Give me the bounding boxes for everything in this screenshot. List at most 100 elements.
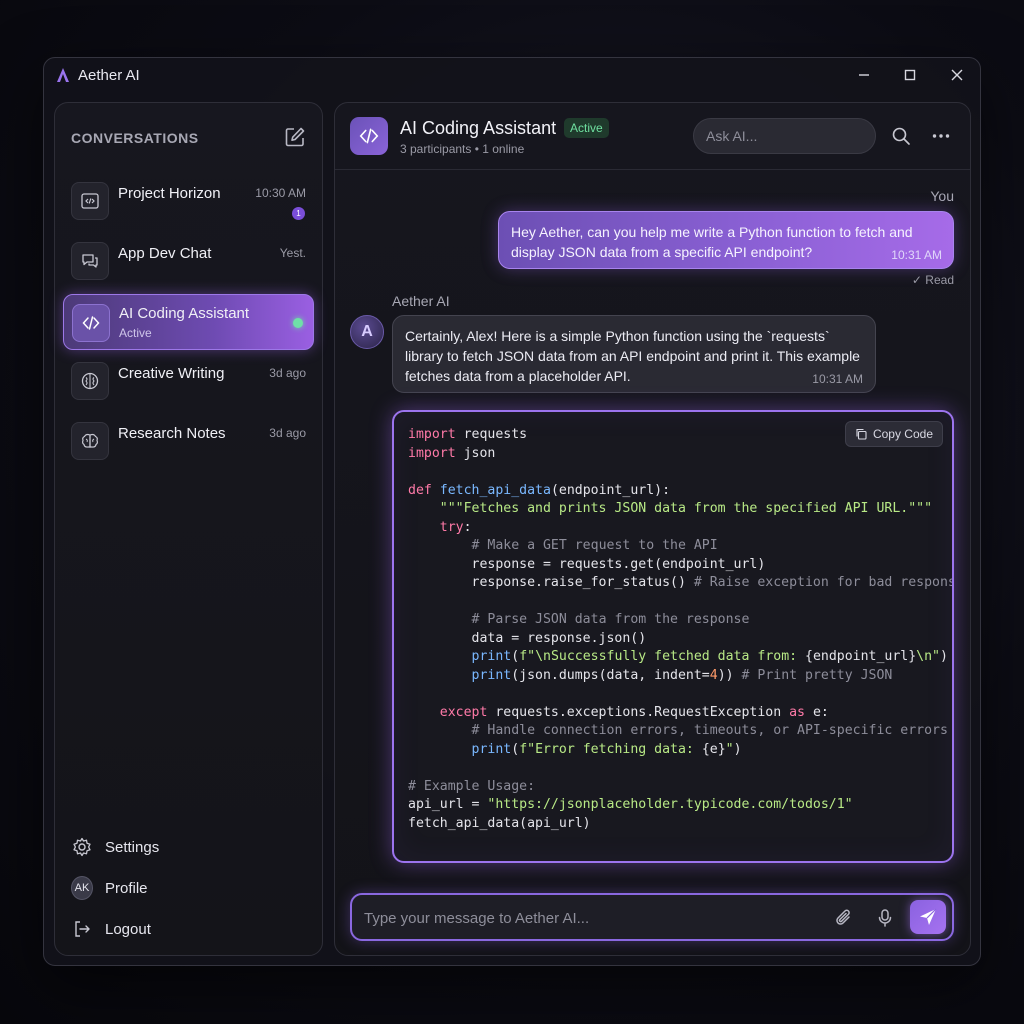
conversation-name: AI Coding Assistant bbox=[119, 305, 250, 322]
conversation-item-research-notes[interactable]: Research Notes 3d ago bbox=[63, 413, 314, 469]
conversation-status: Active bbox=[119, 326, 152, 340]
maximize-button[interactable] bbox=[896, 64, 924, 86]
code-token: # Parse JSON data from the response bbox=[471, 612, 750, 627]
conversation-time: Yest. bbox=[279, 246, 306, 260]
code-token: ( bbox=[511, 649, 520, 664]
code-token: json bbox=[455, 445, 496, 461]
bot-sender-label: Aether AI bbox=[392, 293, 450, 309]
minimize-icon bbox=[859, 74, 869, 76]
minimize-button[interactable] bbox=[850, 64, 878, 86]
participants-info: 3 participants • 1 online bbox=[400, 142, 525, 156]
app-window: Aether AI CONVERSATIONS Project Horizon bbox=[43, 57, 981, 966]
conversation-icon bbox=[71, 362, 109, 400]
code-token: # Raise exception for bad responses (4 bbox=[693, 575, 952, 590]
maximize-icon bbox=[904, 69, 916, 81]
conversation-item-creative-writing[interactable]: Creative Writing 3d ago bbox=[63, 353, 314, 409]
code-line: # Parse JSON data from the response bbox=[408, 611, 952, 630]
code-token: # Print pretty JSON bbox=[741, 667, 893, 683]
code-line: """Fetches and prints JSON data from the… bbox=[408, 500, 952, 519]
code-token: # Handle connection errors, timeouts, or… bbox=[471, 723, 948, 738]
close-button[interactable] bbox=[943, 64, 971, 86]
attach-button[interactable] bbox=[832, 906, 856, 930]
conversation-item-ai-coding-assistant[interactable]: AI Coding Assistant Active bbox=[63, 294, 314, 350]
code-icon bbox=[359, 128, 379, 144]
code-token: response.raise_for_status() bbox=[408, 575, 694, 590]
code-token: ) bbox=[940, 649, 948, 664]
sidebar: CONVERSATIONS Project Horizon 10:30 AM 1 bbox=[54, 102, 323, 956]
conversation-name: Creative Writing bbox=[118, 365, 225, 382]
code-line: fetch_api_data(api_url) bbox=[408, 815, 952, 834]
code-line: data = response.json() bbox=[408, 630, 952, 649]
code-token: {e} bbox=[701, 741, 726, 757]
close-icon bbox=[951, 69, 963, 81]
code-token: ( bbox=[511, 741, 520, 757]
code-token: (json.dumps(data, indent= bbox=[511, 667, 710, 683]
code-line: try: bbox=[408, 519, 952, 538]
code-token: \n" bbox=[916, 649, 940, 664]
code-token: # Make a GET request to the API bbox=[471, 538, 718, 553]
logout-link[interactable]: Logout bbox=[71, 916, 151, 942]
code-line: response = requests.get(endpoint_url) bbox=[408, 556, 952, 575]
code-token: data = response.json() bbox=[408, 630, 647, 646]
gear-icon bbox=[71, 836, 93, 858]
ask-ai-input[interactable] bbox=[693, 118, 876, 154]
conversation-icon bbox=[71, 422, 109, 460]
user-message-text: Hey Aether, can you help me write a Pyth… bbox=[511, 224, 913, 260]
profile-link[interactable]: AK Profile bbox=[71, 875, 148, 901]
search-button[interactable] bbox=[889, 124, 913, 148]
read-receipt: ✓ Read bbox=[911, 273, 954, 287]
settings-link[interactable]: Settings bbox=[71, 834, 159, 860]
status-badge: Active bbox=[564, 118, 609, 138]
code-line: # Handle connection errors, timeouts, or… bbox=[408, 722, 952, 741]
code-token: "https://jsonplaceholder.typicode.com/to… bbox=[487, 797, 853, 812]
code-token: import bbox=[408, 427, 456, 442]
code-line: import requests bbox=[408, 426, 952, 445]
code-line: api_url = "https://jsonplaceholder.typic… bbox=[408, 796, 952, 815]
brain-icon bbox=[81, 372, 99, 390]
user-sender-label: You bbox=[930, 188, 954, 204]
conversation-name: Research Notes bbox=[118, 425, 226, 442]
new-chat-icon[interactable] bbox=[284, 126, 306, 148]
code-token: f"\nSuccessfully fetched data from: bbox=[519, 649, 806, 664]
code-content: import requests import json def fetch_api… bbox=[408, 426, 952, 834]
unread-badge: 1 bbox=[292, 207, 305, 220]
title-bar: Aether AI bbox=[44, 58, 980, 94]
conversation-name: App Dev Chat bbox=[118, 245, 212, 262]
profile-initials: AK bbox=[71, 876, 93, 900]
code-token: {endpoint_url} bbox=[805, 649, 917, 664]
more-options-button[interactable] bbox=[929, 124, 953, 148]
aether-logo-icon bbox=[57, 68, 69, 82]
bot-message-text: Certainly, Alex! Here is a simple Python… bbox=[405, 328, 860, 384]
conversation-item-project-horizon[interactable]: Project Horizon 10:30 AM 1 bbox=[63, 173, 314, 229]
code-token: ) bbox=[733, 741, 742, 757]
message-input[interactable] bbox=[364, 905, 824, 931]
send-button[interactable] bbox=[910, 900, 946, 934]
code-token: 4 bbox=[709, 667, 718, 683]
code-token: response = requests.get(endpoint_url) bbox=[408, 556, 766, 572]
chat-header: AI Coding Assistant Active 3 participant… bbox=[335, 103, 970, 170]
code-line: except requests.exceptions.RequestExcept… bbox=[408, 704, 952, 723]
code-line: response.raise_for_status() # Raise exce… bbox=[408, 574, 952, 593]
code-token: print bbox=[471, 741, 512, 757]
code-line: print(json.dumps(data, indent=4)) # Prin… bbox=[408, 667, 952, 686]
conversation-icon bbox=[71, 242, 109, 280]
chat-avatar bbox=[350, 117, 388, 155]
code-token: requests.exceptions.RequestException bbox=[487, 704, 790, 720]
avatar: AK bbox=[71, 876, 93, 900]
conversation-time: 10:30 AM bbox=[255, 186, 306, 200]
conversation-time: 3d ago bbox=[269, 366, 306, 380]
settings-label: Settings bbox=[105, 838, 160, 856]
conversation-item-app-dev-chat[interactable]: App Dev Chat Yest. bbox=[63, 233, 314, 289]
logout-label: Logout bbox=[105, 920, 151, 938]
conversation-time: 3d ago bbox=[269, 426, 306, 440]
voice-input-button[interactable] bbox=[873, 906, 897, 930]
code-token: " bbox=[725, 741, 734, 757]
code-token: fetch_api_data bbox=[439, 482, 551, 498]
